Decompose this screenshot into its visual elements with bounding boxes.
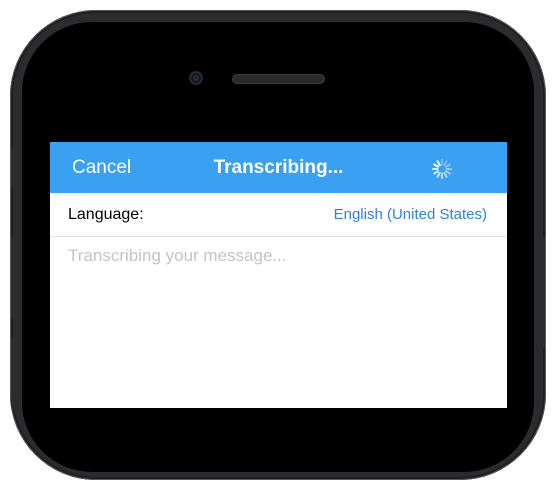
spinner-spoke xyxy=(436,160,441,167)
earpiece-speaker xyxy=(232,74,325,84)
front-camera-icon xyxy=(189,71,203,85)
activity-spinner-icon xyxy=(432,159,452,179)
screen: Cancel Transcribing... Language: English… xyxy=(50,142,507,408)
language-label: Language: xyxy=(68,206,144,223)
spinner-spoke xyxy=(443,171,448,178)
power-button xyxy=(539,237,545,349)
spinner-spoke xyxy=(436,171,441,178)
spinner-spoke xyxy=(433,170,440,175)
language-value-link[interactable]: English (United States) xyxy=(334,193,487,236)
volume-up-button xyxy=(11,237,17,319)
volume-down-button xyxy=(11,337,17,408)
spinner-spoke xyxy=(444,170,451,175)
spinner-spoke xyxy=(433,163,440,168)
spinner-spoke xyxy=(443,160,448,167)
spinner-spoke xyxy=(444,163,451,168)
message-input[interactable] xyxy=(68,238,488,406)
navigation-bar: Cancel Transcribing... xyxy=(50,142,507,193)
language-row[interactable]: Language: English (United States) xyxy=(50,193,507,237)
mute-switch xyxy=(11,147,17,187)
